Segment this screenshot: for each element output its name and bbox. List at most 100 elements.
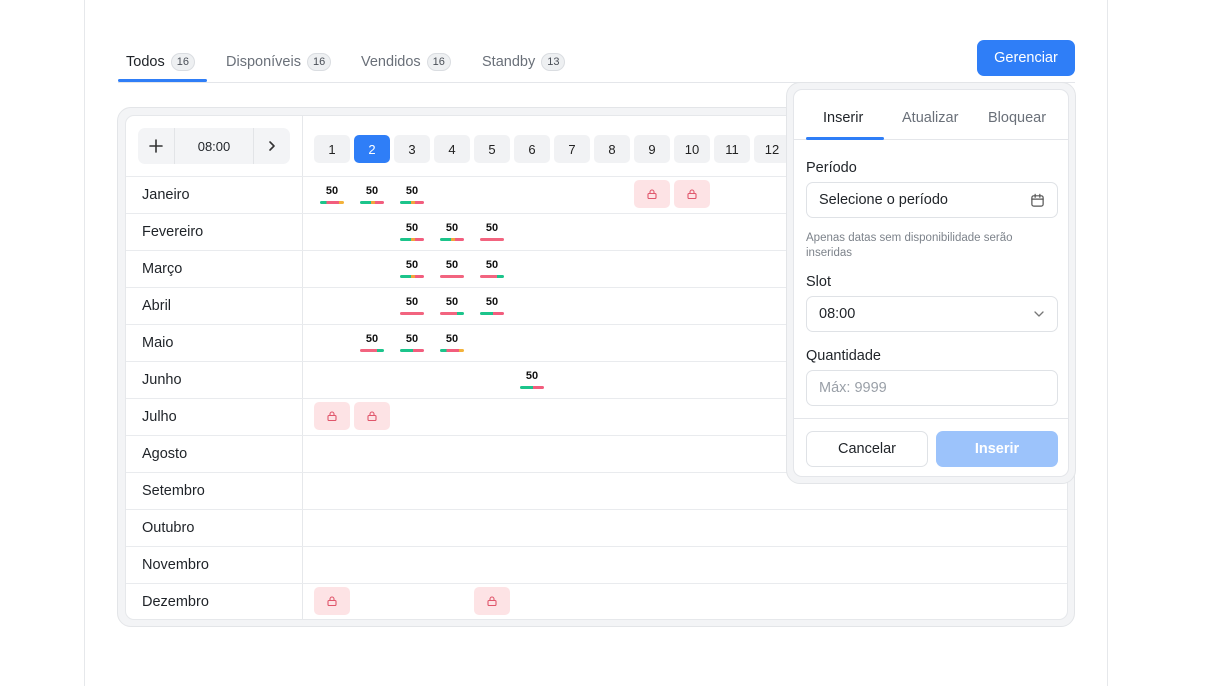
chevron-right-icon — [269, 141, 275, 151]
month-label: Março — [142, 261, 183, 277]
availability-cell[interactable]: 50 — [434, 332, 470, 360]
status-bar — [440, 312, 464, 315]
row-divider — [126, 509, 1067, 510]
day-chip-2[interactable]: 2 — [354, 135, 390, 163]
availability-value: 50 — [405, 259, 419, 271]
availability-value: 50 — [445, 333, 459, 345]
tab-standby[interactable]: Standby 13 — [482, 52, 566, 72]
availability-value: 50 — [405, 296, 419, 308]
quantity-placeholder: Máx: 9999 — [819, 380, 887, 396]
calendar-icon — [1031, 193, 1044, 207]
status-bar — [400, 312, 424, 315]
period-value: Selecione o período — [819, 192, 948, 208]
month-label: Setembro — [142, 483, 205, 499]
row-divider — [126, 546, 1067, 547]
day-chip-6[interactable]: 6 — [514, 135, 550, 163]
day-chip-11[interactable]: 11 — [714, 135, 750, 163]
tab-count: 13 — [541, 53, 566, 71]
period-help-text: Apenas datas sem disponibilidade serão i… — [806, 232, 1013, 259]
availability-cell[interactable]: 50 — [514, 369, 550, 397]
locked-cell[interactable] — [314, 402, 350, 430]
day-chip-8[interactable]: 8 — [594, 135, 630, 163]
status-bar — [400, 349, 424, 352]
day-chip-7[interactable]: 7 — [554, 135, 590, 163]
month-label: Maio — [142, 335, 174, 351]
cancel-button[interactable]: Cancelar — [806, 431, 928, 467]
status-bar — [480, 275, 504, 278]
status-bar — [400, 238, 424, 241]
tab-inserir[interactable]: Inserir — [823, 110, 863, 126]
locked-cell[interactable] — [474, 587, 510, 615]
status-bar — [400, 275, 424, 278]
plus-icon — [149, 139, 163, 153]
locked-cell[interactable] — [354, 402, 390, 430]
availability-cell[interactable]: 50 — [434, 258, 470, 286]
availability-cell[interactable]: 50 — [394, 332, 430, 360]
availability-value: 50 — [405, 222, 419, 234]
availability-cell[interactable]: 50 — [394, 184, 430, 212]
tab-disponiveis[interactable]: Disponíveis 16 — [226, 52, 332, 72]
availability-cell[interactable]: 50 — [434, 221, 470, 249]
availability-cell[interactable]: 50 — [474, 221, 510, 249]
locked-cell[interactable] — [314, 587, 350, 615]
add-slot-button[interactable] — [138, 128, 174, 164]
day-chip-10[interactable]: 10 — [674, 135, 710, 163]
slot-time: 08:00 — [174, 128, 254, 164]
availability-value: 50 — [445, 259, 459, 271]
day-chip-4[interactable]: 4 — [434, 135, 470, 163]
day-chip-5[interactable]: 5 — [474, 135, 510, 163]
month-label: Julho — [142, 409, 177, 425]
tab-bloquear[interactable]: Bloquear — [988, 110, 1046, 126]
filter-tabs: Todos 16 Disponíveis 16 Vendidos 16 Stan… — [118, 40, 1075, 83]
availability-cell[interactable]: 50 — [434, 295, 470, 323]
status-bar — [520, 386, 544, 389]
status-bar — [480, 312, 504, 315]
manage-panel: Inserir Atualizar Bloquear Período Selec… — [793, 89, 1069, 477]
availability-value: 50 — [485, 296, 499, 308]
status-bar — [480, 238, 504, 241]
quantity-input[interactable]: Máx: 9999 — [806, 370, 1058, 406]
availability-cell[interactable]: 50 — [474, 258, 510, 286]
availability-value: 50 — [485, 259, 499, 271]
lock-icon — [327, 411, 337, 422]
slot-select[interactable]: 08:00 — [806, 296, 1058, 332]
manage-button[interactable]: Gerenciar — [977, 40, 1075, 76]
availability-cell[interactable]: 50 — [474, 295, 510, 323]
availability-cell[interactable]: 50 — [394, 258, 430, 286]
month-label: Janeiro — [142, 187, 190, 203]
month-label: Fevereiro — [142, 224, 204, 240]
availability-value: 50 — [365, 185, 379, 197]
day-chip-9[interactable]: 9 — [634, 135, 670, 163]
tab-todos[interactable]: Todos 16 — [126, 52, 195, 72]
day-chip-1[interactable]: 1 — [314, 135, 350, 163]
tab-vendidos[interactable]: Vendidos 16 — [361, 52, 451, 72]
tab-count: 16 — [306, 53, 332, 71]
lock-icon — [487, 596, 497, 607]
tab-label: Disponíveis — [226, 54, 301, 70]
tab-atualizar[interactable]: Atualizar — [902, 110, 958, 126]
availability-value: 50 — [525, 370, 539, 382]
availability-value: 50 — [485, 222, 499, 234]
month-label: Agosto — [142, 446, 188, 462]
availability-cell[interactable]: 50 — [314, 184, 350, 212]
period-picker[interactable]: Selecione o período — [806, 182, 1058, 218]
manage-popover: Inserir Atualizar Bloquear Período Selec… — [786, 82, 1076, 484]
next-slot-button[interactable] — [254, 128, 290, 164]
availability-cell[interactable]: 50 — [354, 332, 390, 360]
availability-value: 50 — [365, 333, 379, 345]
status-bar — [320, 201, 344, 204]
availability-cell[interactable]: 50 — [354, 184, 390, 212]
lock-icon — [647, 189, 657, 200]
insert-button[interactable]: Inserir — [936, 431, 1058, 467]
locked-cell[interactable] — [634, 180, 670, 208]
month-label: Novembro — [142, 557, 209, 573]
status-bar — [360, 201, 384, 204]
day-chip-12[interactable]: 12 — [754, 135, 790, 163]
quantity-label: Quantidade — [806, 348, 881, 364]
locked-cell[interactable] — [674, 180, 710, 208]
active-tab-indicator — [806, 137, 884, 140]
availability-cell[interactable]: 50 — [394, 295, 430, 323]
day-chip-3[interactable]: 3 — [394, 135, 430, 163]
availability-value: 50 — [405, 185, 419, 197]
availability-cell[interactable]: 50 — [394, 221, 430, 249]
